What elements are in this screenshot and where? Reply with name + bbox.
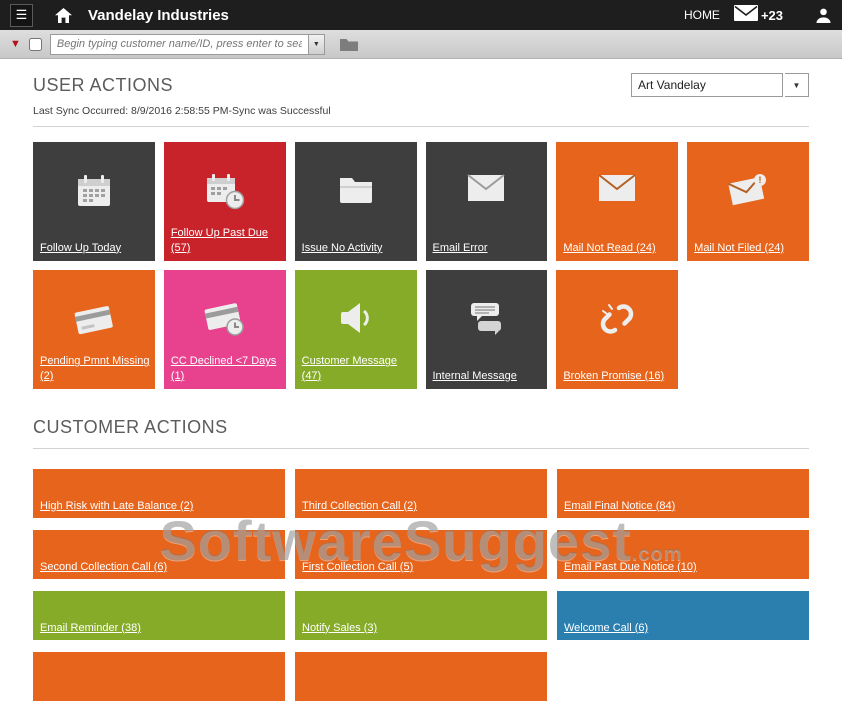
toolbar: ▼ ▼ [0, 30, 842, 59]
tile-label: Email Past Due Notice (10) [564, 560, 804, 574]
credit-card-declined-icon [164, 300, 286, 336]
main-content: USER ACTIONS Art Vandelay ▼ Last Sync Oc… [0, 59, 842, 701]
tile-first-collection-call[interactable]: First Collection Call (5) [295, 530, 547, 579]
tile-label: Broken Promise (16) [563, 369, 673, 383]
tile-label: Issue No Activity [302, 241, 412, 255]
mail-not-filed-icon: ! [687, 172, 809, 206]
user-select-value[interactable]: Art Vandelay [631, 73, 783, 97]
tile-email-final-notice[interactable]: Email Final Notice (84) [557, 469, 809, 518]
broken-link-icon [556, 300, 678, 338]
user-actions-header: USER ACTIONS Art Vandelay ▼ [33, 73, 809, 97]
tile-email-reminder[interactable]: Email Reminder (38) [33, 591, 285, 640]
tile-customer-message[interactable]: Customer Message (47) [295, 270, 417, 389]
tile-second-collection-call[interactable]: Second Collection Call (6) [33, 530, 285, 579]
folder-icon [295, 172, 417, 206]
divider [33, 126, 809, 127]
expand-caret-icon[interactable]: ▼ [10, 39, 21, 50]
customer-actions-section: CUSTOMER ACTIONS High Risk with Late Bal… [33, 415, 809, 701]
email-error-icon [426, 172, 548, 204]
tile-email-past-due-notice[interactable]: Email Past Due Notice (10) [557, 530, 809, 579]
mail-unread-icon [556, 172, 678, 204]
tile-issue-no-activity[interactable]: Issue No Activity [295, 142, 417, 261]
mail-badge: +23 [761, 8, 783, 23]
tile-email-error[interactable]: Email Error [426, 142, 548, 261]
user-select-caret-icon[interactable]: ▼ [785, 73, 809, 97]
tile-label: First Collection Call (5) [302, 560, 542, 574]
user-actions-title: USER ACTIONS [33, 73, 173, 96]
tile-label: High Risk with Late Balance (2) [40, 499, 280, 513]
customer-actions-grid: High Risk with Late Balance (2) Third Co… [33, 469, 809, 701]
tile-label: Follow Up Past Due (57) [171, 226, 281, 255]
mail-icon [734, 5, 758, 26]
credit-card-icon [33, 300, 155, 336]
tile-label: Email Reminder (38) [40, 621, 280, 635]
header-right: HOME +23 [684, 5, 832, 26]
home-link[interactable]: HOME [684, 8, 720, 22]
tile-label: Internal Message [433, 369, 543, 383]
tile-notify-sales[interactable]: Notify Sales (3) [295, 591, 547, 640]
partial-tile[interactable] [33, 652, 285, 701]
tile-mail-not-read[interactable]: Mail Not Read (24) [556, 142, 678, 261]
tile-follow-up-past-due[interactable]: Follow Up Past Due (57) [164, 142, 286, 261]
hamburger-glyph: ☰ [16, 7, 28, 23]
tile-label: Third Collection Call (2) [302, 499, 542, 513]
tile-label: Customer Message (47) [302, 354, 412, 383]
customer-search: ▼ [50, 34, 325, 55]
tile-internal-message[interactable]: Internal Message [426, 270, 548, 389]
folder-icon[interactable] [339, 37, 359, 52]
calendar-icon [33, 172, 155, 210]
tile-label: Mail Not Filed (24) [694, 241, 804, 255]
tile-label: Welcome Call (6) [564, 621, 804, 635]
app-header: ☰ Vandelay Industries HOME +23 [0, 0, 842, 30]
tile-cc-declined[interactable]: CC Declined <7 Days (1) [164, 270, 286, 389]
tile-welcome-call[interactable]: Welcome Call (6) [557, 591, 809, 640]
account-icon[interactable] [815, 7, 832, 24]
tile-label: CC Declined <7 Days (1) [171, 354, 281, 383]
divider [33, 448, 809, 449]
tile-mail-not-filed[interactable]: ! Mail Not Filed (24) [687, 142, 809, 261]
mail-notifications[interactable]: +23 [734, 5, 783, 26]
search-dropdown-icon[interactable]: ▼ [308, 34, 325, 55]
user-actions-grid: Follow Up Today Follow Up Past Due (57) … [33, 142, 809, 389]
tile-label: Second Collection Call (6) [40, 560, 280, 574]
megaphone-icon [295, 300, 417, 336]
tile-label: Pending Pmnt Missing (2) [40, 354, 150, 383]
hamburger-menu-icon[interactable]: ☰ [10, 4, 33, 27]
customer-search-input[interactable] [50, 34, 308, 55]
user-select: Art Vandelay ▼ [631, 73, 809, 97]
customer-actions-title: CUSTOMER ACTIONS [33, 415, 809, 438]
tile-label: Email Final Notice (84) [564, 499, 804, 513]
tile-follow-up-today[interactable]: Follow Up Today [33, 142, 155, 261]
select-all-checkbox[interactable] [29, 38, 42, 51]
tile-broken-promise[interactable]: Broken Promise (16) [556, 270, 678, 389]
calendar-clock-icon [164, 172, 286, 210]
tile-label: Notify Sales (3) [302, 621, 542, 635]
tile-pending-pmnt-missing[interactable]: Pending Pmnt Missing (2) [33, 270, 155, 389]
app-title: Vandelay Industries [88, 7, 229, 24]
tile-label: Email Error [433, 241, 543, 255]
tile-high-risk-late-balance[interactable]: High Risk with Late Balance (2) [33, 469, 285, 518]
svg-text:!: ! [759, 175, 762, 185]
chat-icon [426, 300, 548, 336]
tile-label: Mail Not Read (24) [563, 241, 673, 255]
tile-third-collection-call[interactable]: Third Collection Call (2) [295, 469, 547, 518]
last-sync-status: Last Sync Occurred: 8/9/2016 2:58:55 PM-… [33, 105, 809, 117]
tile-label: Follow Up Today [40, 241, 150, 255]
home-icon[interactable] [55, 8, 72, 23]
partial-tile[interactable] [295, 652, 547, 701]
